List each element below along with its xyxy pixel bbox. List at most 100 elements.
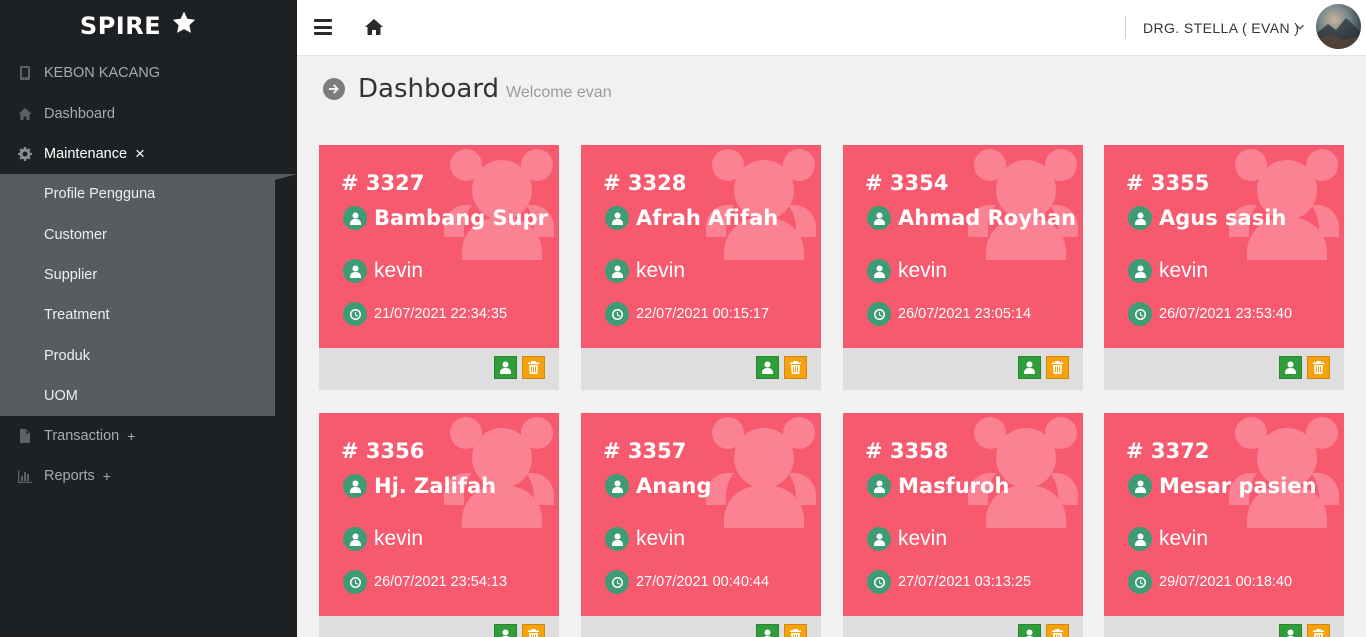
users-watermark-icon: [696, 413, 821, 528]
divider: [1125, 16, 1126, 38]
user-icon: [605, 206, 629, 230]
staff-row: kevin: [1128, 527, 1208, 551]
staff-row: kevin: [605, 527, 685, 551]
delete-button[interactable]: [1307, 624, 1330, 637]
submenu-item-customer[interactable]: Customer: [0, 214, 275, 254]
sidebar-item-label: Maintenance: [44, 146, 128, 162]
staff-row: kevin: [343, 259, 423, 283]
staff-name: kevin: [898, 259, 948, 282]
avatar[interactable]: [1316, 4, 1361, 49]
delete-button[interactable]: [522, 356, 545, 379]
visit-datetime: 21/07/2021 22:34:35: [374, 306, 508, 322]
user-md-icon: [1128, 259, 1152, 283]
view-patient-button[interactable]: [756, 356, 779, 379]
patient-name: Agus sasih: [1159, 206, 1287, 230]
patient-card[interactable]: # 3358 Masfuroh kevin 27/07/2021 03:13:2…: [843, 413, 1083, 637]
view-patient-button[interactable]: [494, 356, 517, 379]
submenu-item-profile-pengguna[interactable]: Profile Pengguna: [0, 174, 275, 214]
user-menu[interactable]: DRG. STELLA ( EVAN ): [1143, 20, 1299, 36]
delete-button[interactable]: [1046, 356, 1069, 379]
patient-card[interactable]: # 3356 Hj. Zalifah kevin 26/07/2021 23:5…: [319, 413, 559, 637]
sidebar-item-maintenance[interactable]: Maintenance ×: [0, 134, 297, 174]
user-icon: [762, 361, 773, 374]
view-patient-button[interactable]: [1279, 624, 1302, 637]
expand-icon[interactable]: +: [127, 428, 135, 444]
patient-card[interactable]: # 3372 Mesar pasien kevin 29/07/2021 00:…: [1104, 413, 1344, 637]
patient-name: Bambang Supr: [374, 206, 549, 230]
trash-icon: [1052, 629, 1063, 637]
clock-icon: [605, 302, 629, 326]
sidebar: SPIRE KEBON KACANG Dashboard Maintenance…: [0, 0, 297, 637]
datetime-row: 26/07/2021 23:05:14: [867, 302, 1031, 326]
card-actions: [494, 624, 545, 637]
card-number: # 3357: [603, 439, 687, 463]
card-number: # 3372: [1126, 439, 1210, 463]
sidebar-item-label: Dashboard: [44, 106, 115, 122]
staff-name: kevin: [636, 259, 686, 282]
delete-button[interactable]: [784, 356, 807, 379]
staff-row: kevin: [1128, 259, 1208, 283]
card-actions: [494, 356, 545, 379]
staff-row: kevin: [343, 527, 423, 551]
home-icon: [18, 107, 32, 121]
delete-button[interactable]: [784, 624, 807, 637]
sidebar-item-label: Transaction: [44, 428, 120, 445]
patient-row: Agus sasih: [1128, 206, 1286, 230]
view-patient-button[interactable]: [1018, 624, 1041, 637]
view-patient-button[interactable]: [756, 624, 779, 637]
sidebar-item-reports[interactable]: Reports +: [0, 456, 297, 496]
patient-card[interactable]: # 3328 Afrah Afifah kevin 22/07/2021 00:…: [581, 145, 821, 390]
patient-row: Anang: [605, 474, 711, 498]
patient-card[interactable]: # 3354 Ahmad Royhan kevin 26/07/2021 23:…: [843, 145, 1083, 390]
datetime-row: 22/07/2021 00:15:17: [605, 302, 769, 326]
sidebar-item-kebon-kacang[interactable]: KEBON KACANG: [0, 52, 297, 94]
maintenance-submenu: Profile Pengguna Customer Supplier Treat…: [0, 174, 297, 417]
visit-datetime: 27/07/2021 03:13:25: [898, 574, 1032, 590]
view-patient-button[interactable]: [1018, 356, 1041, 379]
patient-card[interactable]: # 3355 Agus sasih kevin 26/07/2021 23:53…: [1104, 145, 1344, 390]
clock-icon: [605, 570, 629, 594]
sidebar-item-dashboard[interactable]: Dashboard: [0, 94, 297, 134]
staff-name: kevin: [1159, 259, 1209, 282]
patient-card[interactable]: # 3357 Anang kevin 27/07/2021 00:40:44: [581, 413, 821, 637]
user-icon: [343, 474, 367, 498]
brand[interactable]: SPIRE: [0, 0, 297, 52]
home-icon[interactable]: [365, 19, 383, 35]
user-icon: [343, 206, 367, 230]
card-number: # 3328: [603, 171, 687, 195]
users-watermark-icon: [958, 145, 1083, 260]
card-body: # 3328 Afrah Afifah kevin 22/07/2021 00:…: [581, 145, 821, 348]
staff-name: kevin: [636, 527, 686, 550]
submenu-item-treatment[interactable]: Treatment: [0, 295, 275, 335]
card-body: # 3372 Mesar pasien kevin 29/07/2021 00:…: [1104, 413, 1344, 616]
visit-datetime: 29/07/2021 00:18:40: [1159, 574, 1293, 590]
delete-button[interactable]: [1046, 624, 1069, 637]
file-icon: [18, 429, 32, 444]
view-patient-button[interactable]: [494, 624, 517, 637]
submenu-item-produk[interactable]: Produk: [0, 336, 275, 376]
user-icon: [501, 629, 510, 637]
expand-icon[interactable]: +: [103, 468, 111, 484]
sidebar-item-transaction[interactable]: Transaction +: [0, 416, 297, 456]
chevron-down-icon[interactable]: [1295, 22, 1305, 32]
delete-button[interactable]: [1307, 356, 1330, 379]
view-patient-button[interactable]: [1279, 356, 1302, 379]
staff-row: kevin: [605, 259, 685, 283]
user-md-icon: [605, 259, 629, 283]
visit-datetime: 26/07/2021 23:53:40: [1159, 306, 1293, 322]
datetime-row: 29/07/2021 00:18:40: [1128, 570, 1292, 594]
delete-button[interactable]: [522, 624, 545, 637]
submenu-item-supplier[interactable]: Supplier: [0, 255, 275, 295]
card-actions: [756, 624, 807, 637]
page-header: Dashboard Welcome evan: [323, 74, 612, 104]
hamburger-menu-icon[interactable]: [314, 19, 332, 35]
patient-card[interactable]: # 3327 Bambang Supr kevin 21/07/2021 22:…: [319, 145, 559, 390]
clock-icon: [343, 570, 367, 594]
submenu-item-uom[interactable]: UOM: [0, 376, 275, 416]
collapse-icon[interactable]: ×: [135, 144, 145, 164]
staff-name: kevin: [898, 527, 948, 550]
topbar: DRG. STELLA ( EVAN ): [297, 0, 1366, 56]
visit-datetime: 27/07/2021 00:40:44: [636, 574, 770, 590]
patient-name: Masfuroh: [898, 474, 1010, 498]
card-body: # 3354 Ahmad Royhan kevin 26/07/2021 23:…: [843, 145, 1083, 348]
